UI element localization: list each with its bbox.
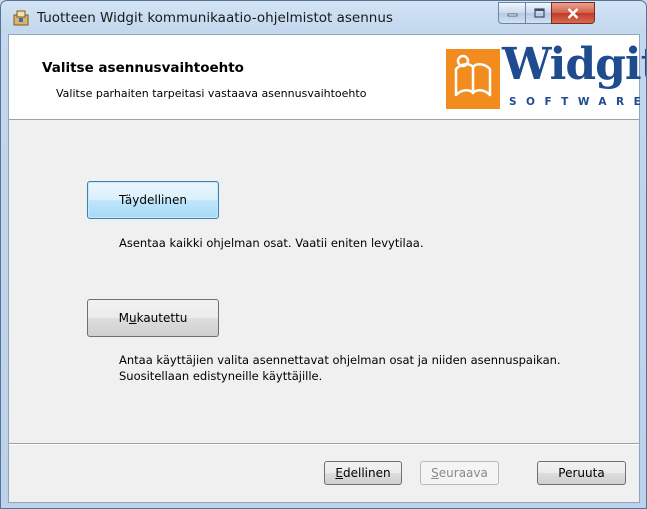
reading-person-icon (454, 54, 492, 97)
next-button-label: Seuraava (431, 466, 488, 480)
back-button[interactable]: Edellinen (324, 461, 402, 485)
close-icon (567, 7, 579, 19)
installer-window: Tuotteen Widgit kommunikaatio-ohjelmisto… (0, 0, 647, 509)
widgit-logo-symbol (446, 49, 500, 109)
header-banner: Valitse asennusvaihtoehto Valitse parhai… (9, 35, 646, 120)
installer-icon (13, 10, 29, 26)
custom-install-description: Antaa käyttäjien valita asennettavat ohj… (119, 353, 561, 383)
complete-install-description: Asentaa kaikki ohjelman osat. Vaatii eni… (119, 236, 424, 250)
back-button-label: Edellinen (335, 466, 391, 480)
close-button[interactable] (551, 2, 595, 24)
page-subtitle: Valitse parhaiten tarpeitasi vastaava as… (56, 87, 367, 100)
page-title: Valitse asennusvaihtoehto (42, 60, 244, 76)
cancel-button[interactable]: Peruuta (537, 461, 626, 485)
cancel-button-label: Peruuta (558, 466, 605, 480)
minimize-button[interactable] (498, 2, 527, 24)
dialog-client-area: Valitse asennusvaihtoehto Valitse parhai… (8, 34, 646, 503)
title-bar[interactable]: Tuotteen Widgit kommunikaatio-ohjelmisto… (1, 1, 646, 35)
minimize-icon (507, 13, 518, 17)
custom-install-button[interactable]: Mukautettu (87, 299, 219, 337)
maximize-icon (533, 8, 545, 18)
footer-divider (9, 443, 639, 445)
widgit-logo-text: Widgit (502, 39, 647, 90)
custom-install-label: Mukautettu (118, 311, 188, 325)
widgit-logo-subtext: SOFTWARE (509, 96, 647, 108)
maximize-button[interactable] (525, 2, 553, 24)
window-title: Tuotteen Widgit kommunikaatio-ohjelmisto… (37, 10, 393, 26)
next-button[interactable]: Seuraava (420, 461, 499, 485)
complete-install-button[interactable]: Täydellinen (87, 181, 219, 219)
complete-install-label: Täydellinen (119, 193, 187, 207)
